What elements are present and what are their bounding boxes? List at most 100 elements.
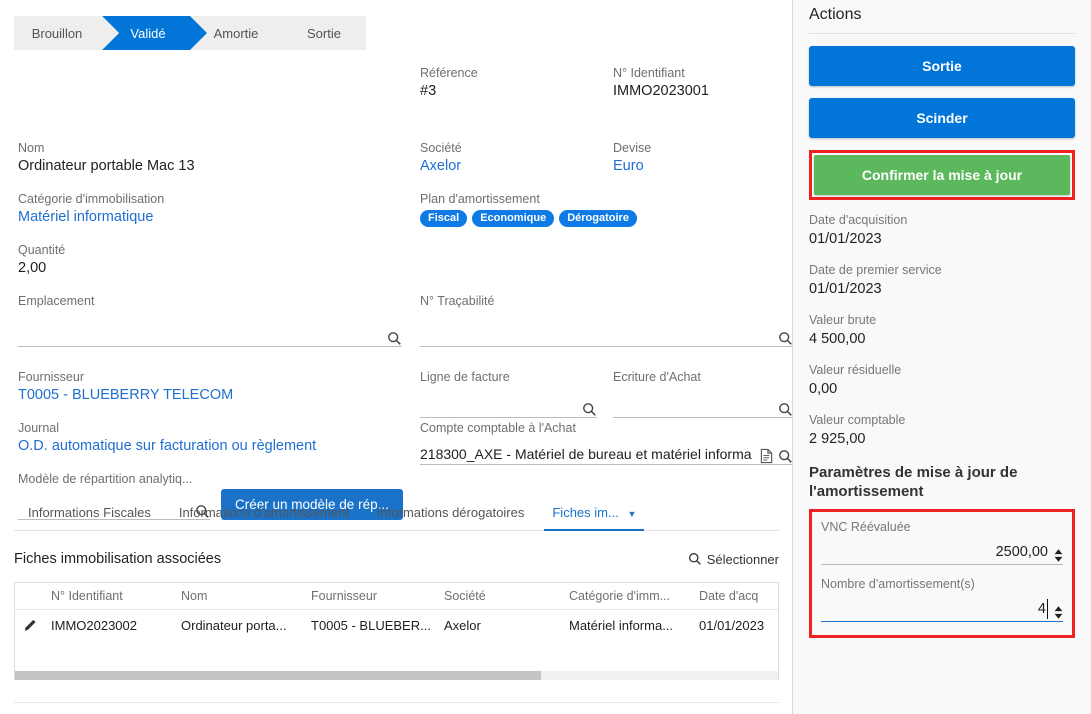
side-field-value: 0,00: [809, 381, 838, 397]
row-cell-categorie: Matériel informa...: [569, 618, 674, 633]
bottom-divider: [14, 702, 779, 703]
field-nom-label: Nom: [18, 141, 45, 155]
table-header-nom[interactable]: Nom: [177, 583, 307, 610]
tab-label: Informations Fiscales: [28, 505, 151, 520]
confirm-update-button[interactable]: Confirmer la mise à jour: [814, 155, 1070, 195]
select-button[interactable]: Sélectionner: [688, 552, 779, 567]
status-pipeline: Brouillon Validé Amortie Sortie: [14, 16, 416, 50]
tracabilite-input[interactable]: [420, 323, 792, 347]
side-field-value: 01/01/2023: [809, 231, 882, 247]
table-header-edit: [15, 583, 47, 610]
field-journal-value[interactable]: O.D. automatique sur facturation ou règl…: [18, 436, 418, 456]
field-modele-analytique-label: Modèle de répartition analytiq...: [18, 472, 193, 486]
row-edit-cell[interactable]: [15, 610, 47, 642]
field-emplacement-label: Emplacement: [18, 294, 95, 308]
search-icon[interactable]: [778, 449, 792, 464]
ecriture-achat-input[interactable]: [613, 394, 792, 418]
tab-informations-fiscales[interactable]: Informations Fiscales: [14, 499, 165, 530]
tab-informations-amortissement[interactable]: Informations d'amortissement: [165, 499, 363, 530]
field-reference-label: Référence: [420, 66, 478, 80]
side-field-date-acquisition: Date d'acquisition 01/01/2023: [809, 212, 1075, 249]
field-categorie-value[interactable]: Matériel informatique: [18, 207, 388, 227]
field-societe-label: Société: [420, 141, 462, 155]
actions-panel-title: Actions: [809, 6, 862, 23]
table-header-date[interactable]: Date d'acq: [695, 583, 778, 610]
asset-form-main: Brouillon Validé Amortie Sortie Nom Ordi…: [0, 0, 793, 714]
associated-assets-grid: N° Identifiant Nom Fournisseur Société C…: [14, 582, 779, 680]
emplacement-input[interactable]: [18, 323, 402, 347]
field-categorie: Catégorie d'immobilisation Matériel info…: [18, 191, 388, 227]
side-field-label: Date de premier service: [809, 263, 942, 277]
pipeline-step-label: Amortie: [213, 25, 259, 41]
chevron-down-icon[interactable]: ▼: [627, 509, 636, 519]
tag-derogatoire: Dérogatoire: [559, 210, 637, 227]
nombre-input[interactable]: 4: [821, 599, 1063, 622]
field-compte-comptable-label: Compte comptable à l'Achat: [420, 421, 576, 435]
side-field-valeur-residuelle: Valeur résiduelle 0,00: [809, 362, 1075, 399]
pipeline-step-label: Sortie: [307, 25, 341, 41]
tag-economique: Economique: [472, 210, 555, 227]
tag-fiscal: Fiscal: [420, 210, 468, 227]
field-identifiant-value: IMMO2023001: [613, 83, 709, 99]
tab-label: Informations dérogatoires: [376, 505, 525, 520]
field-societe-value[interactable]: Axelor: [420, 156, 600, 176]
ligne-facture-input[interactable]: [420, 394, 597, 418]
search-icon[interactable]: [778, 402, 792, 417]
sortie-button[interactable]: Sortie: [809, 46, 1075, 86]
field-nom: Nom Ordinateur portable Mac 13: [18, 140, 388, 176]
table-header-row: N° Identifiant Nom Fournisseur Société C…: [15, 583, 778, 610]
tab-bar: Informations Fiscales Informations d'amo…: [14, 499, 779, 531]
table-row[interactable]: IMMO2023002 Ordinateur porta... T0005 - …: [15, 610, 778, 642]
compte-comptable-input[interactable]: 218300_AXE - Matériel de bureau et matér…: [420, 441, 792, 465]
field-emplacement: Emplacement: [18, 293, 402, 347]
field-vnc-label: VNC Réévaluée: [821, 520, 911, 534]
nombre-input-value: 4: [1037, 599, 1048, 619]
table-header-societe[interactable]: Société: [440, 583, 565, 610]
panel-title: Fiches immobilisation associées: [14, 551, 222, 567]
field-devise-value[interactable]: Euro: [613, 156, 792, 176]
actions-divider: [809, 33, 1075, 34]
side-field-label: Valeur résiduelle: [809, 363, 902, 377]
field-ligne-facture-label: Ligne de facture: [420, 370, 510, 384]
tab-fiches-immobilisation[interactable]: Fiches im... ▼: [538, 499, 650, 531]
row-cell-societe: Axelor: [444, 618, 481, 633]
field-quantite: Quantité 2,00: [18, 242, 388, 278]
scinder-button[interactable]: Scinder: [809, 98, 1075, 138]
table-header-fournisseur[interactable]: Fournisseur: [307, 583, 440, 610]
row-cell-identifiant: IMMO2023002: [51, 618, 137, 633]
field-reference: Référence #3: [420, 65, 600, 101]
field-fournisseur: Fournisseur T0005 - BLUEBERRY TELECOM: [18, 369, 402, 405]
select-button-label: Sélectionner: [706, 551, 779, 567]
table-header-categorie[interactable]: Catégorie d'imm...: [565, 583, 695, 610]
tab-informations-derogatoires[interactable]: Informations dérogatoires: [363, 499, 538, 530]
scrollbar-thumb[interactable]: [15, 671, 542, 680]
vnc-input[interactable]: 2500,00: [821, 542, 1063, 565]
confirm-update-highlight: Confirmer la mise à jour: [809, 150, 1075, 200]
side-field-valeur-comptable: Valeur comptable 2 925,00: [809, 412, 1075, 449]
side-field-label: Valeur brute: [809, 313, 877, 327]
field-vnc-reevaluee: VNC Réévaluée 2500,00: [821, 519, 1063, 565]
stepper-icon[interactable]: [1054, 606, 1063, 619]
search-icon[interactable]: [582, 402, 597, 417]
pipeline-step-brouillon[interactable]: Brouillon: [14, 16, 119, 50]
field-nombre-label: Nombre d'amortissement(s): [821, 577, 975, 591]
field-nombre-amortissements: Nombre d'amortissement(s) 4: [821, 576, 1063, 622]
actions-panel: Actions Sortie Scinder Confirmer la mise…: [793, 0, 1091, 714]
table-header-identifiant[interactable]: N° Identifiant: [47, 583, 177, 610]
field-compte-comptable: Compte comptable à l'Achat 218300_AXE - …: [420, 420, 792, 465]
field-quantite-label: Quantité: [18, 243, 66, 257]
search-icon: [688, 552, 702, 566]
field-tracabilite-label: N° Traçabilité: [420, 294, 495, 308]
search-icon[interactable]: [778, 331, 792, 346]
side-field-valeur-brute: Valeur brute 4 500,00: [809, 312, 1075, 349]
field-journal-label: Journal: [18, 421, 59, 435]
document-icon[interactable]: [759, 448, 774, 464]
search-icon[interactable]: [387, 331, 402, 346]
field-fournisseur-value[interactable]: T0005 - BLUEBERRY TELECOM: [18, 385, 402, 405]
field-tracabilite: N° Traçabilité: [420, 293, 792, 347]
stepper-icon[interactable]: [1054, 549, 1063, 562]
side-field-label: Valeur comptable: [809, 413, 906, 427]
field-ecriture-achat-label: Ecriture d'Achat: [613, 370, 701, 384]
pencil-icon[interactable]: [24, 619, 38, 634]
grid-horizontal-scrollbar[interactable]: [15, 671, 778, 680]
